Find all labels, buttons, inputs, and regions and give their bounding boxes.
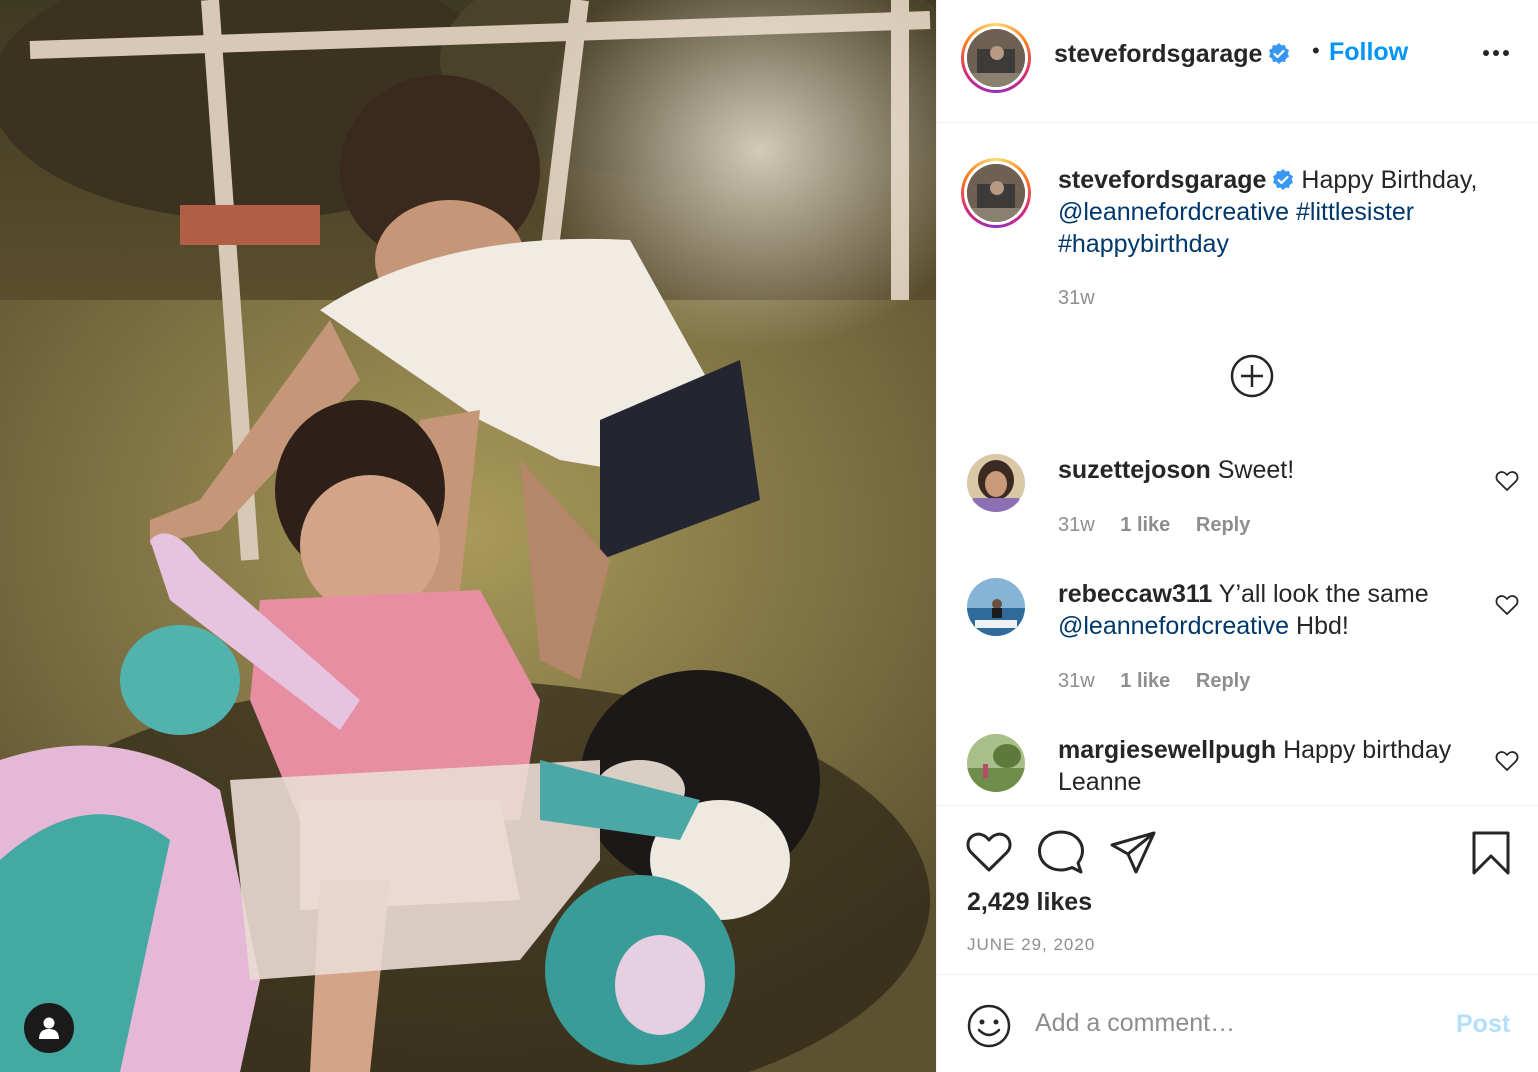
author-avatar[interactable] xyxy=(961,23,1031,93)
reply-button[interactable]: Reply xyxy=(1196,670,1250,692)
comment-meta: 31w 1 like Reply xyxy=(1058,514,1270,537)
comment-text: suzettejoson Sweet! xyxy=(1058,454,1478,486)
comment-button[interactable] xyxy=(1037,830,1085,881)
comment-timestamp[interactable]: 31w xyxy=(1058,670,1095,692)
comment-likes[interactable]: 1 like xyxy=(1120,670,1170,692)
post-side-panel: stevefordsgarage • Follow stevefordsgara… xyxy=(936,0,1538,1072)
heart-icon xyxy=(1495,471,1519,491)
separator-dot: • xyxy=(1312,38,1320,63)
save-button[interactable] xyxy=(1470,830,1512,881)
comment-meta: 31w 1 like Reply xyxy=(1058,670,1270,693)
author-username[interactable]: stevefordsgarage xyxy=(1054,40,1290,69)
more-options-icon xyxy=(1483,50,1509,56)
post-date[interactable]: JUNE 29, 2020 xyxy=(967,935,1095,955)
emoji-icon xyxy=(967,1004,1011,1048)
comment-username[interactable]: rebeccaw311 xyxy=(1058,580,1212,608)
comment-input[interactable] xyxy=(1035,1003,1435,1043)
comment-timestamp[interactable]: 31w xyxy=(1058,514,1095,536)
comment-like-button[interactable] xyxy=(1495,594,1519,621)
like-button[interactable] xyxy=(965,830,1013,879)
comment-username[interactable]: margiesewellpugh xyxy=(1058,736,1276,764)
comment-username[interactable]: suzettejoson xyxy=(1058,456,1211,484)
comment-like-button[interactable] xyxy=(1495,470,1519,497)
hashtag-happybirthday[interactable]: #happybirthday xyxy=(1058,230,1229,258)
commenter-avatar[interactable] xyxy=(967,734,1025,792)
user-tag-button[interactable] xyxy=(24,1003,74,1053)
caption-avatar-image xyxy=(967,164,1025,222)
verified-badge-icon xyxy=(1273,169,1294,190)
comment-icon xyxy=(1038,830,1084,874)
follow-button[interactable]: Follow xyxy=(1329,38,1408,67)
comment-text: margiesewellpugh Happy birthday Leanne xyxy=(1058,734,1478,798)
comment-item: margiesewellpugh Happy birthday Leanne xyxy=(937,732,1538,804)
caption-text: stevefordsgarage Happy Birthday, @leanne… xyxy=(1058,164,1518,260)
share-button[interactable] xyxy=(1109,830,1157,881)
caption-body: Happy Birthday, xyxy=(1301,166,1478,194)
comment-likes[interactable]: 1 like xyxy=(1120,514,1170,536)
photo-illustration xyxy=(0,0,936,1072)
commenter-avatar[interactable] xyxy=(967,578,1025,636)
user-tag-icon xyxy=(39,1017,59,1039)
comment-mention[interactable]: @leannefordcreative xyxy=(1058,612,1289,640)
post-header: stevefordsgarage • Follow xyxy=(937,0,1538,123)
bookmark-icon xyxy=(1472,831,1510,875)
hashtag-littlesister[interactable]: #littlesister xyxy=(1296,198,1414,226)
likes-count[interactable]: 2,429 likes xyxy=(967,888,1092,917)
caption-timestamp[interactable]: 31w xyxy=(1058,287,1095,310)
load-more-comments-button[interactable] xyxy=(1229,353,1275,404)
add-comment-bar: Post xyxy=(937,975,1538,1072)
share-icon xyxy=(1110,831,1156,874)
comment-body: Y’all look the same xyxy=(1218,580,1429,608)
heart-icon xyxy=(966,832,1012,872)
author-avatar-image xyxy=(967,29,1025,87)
comment-like-button[interactable] xyxy=(1495,750,1519,777)
post-actions: 2,429 likes JUNE 29, 2020 xyxy=(937,805,1538,975)
caption-username[interactable]: stevefordsgarage xyxy=(1058,166,1266,194)
commenter-avatar-image xyxy=(967,454,1025,512)
heart-icon xyxy=(1495,595,1519,615)
more-options-button[interactable] xyxy=(1483,44,1509,62)
commenter-avatar-image xyxy=(967,734,1025,792)
commenter-avatar[interactable] xyxy=(967,454,1025,512)
post-comment-button[interactable]: Post xyxy=(1456,1010,1510,1039)
comment-body-after: Hbd! xyxy=(1296,612,1349,640)
heart-icon xyxy=(1495,751,1519,771)
commenter-avatar-image xyxy=(967,578,1025,636)
caption-author-avatar[interactable] xyxy=(961,158,1031,228)
comment-body: Sweet! xyxy=(1217,456,1295,484)
post-photo[interactable] xyxy=(0,0,936,1072)
load-more-comments-icon xyxy=(1230,354,1274,398)
verified-badge-icon xyxy=(1269,43,1290,64)
comment-text: rebeccaw311 Y’all look the same @leannef… xyxy=(1058,578,1478,642)
emoji-button[interactable] xyxy=(966,1003,1012,1054)
caption-mention[interactable]: @leannefordcreative xyxy=(1058,198,1289,226)
reply-button[interactable]: Reply xyxy=(1196,514,1250,536)
